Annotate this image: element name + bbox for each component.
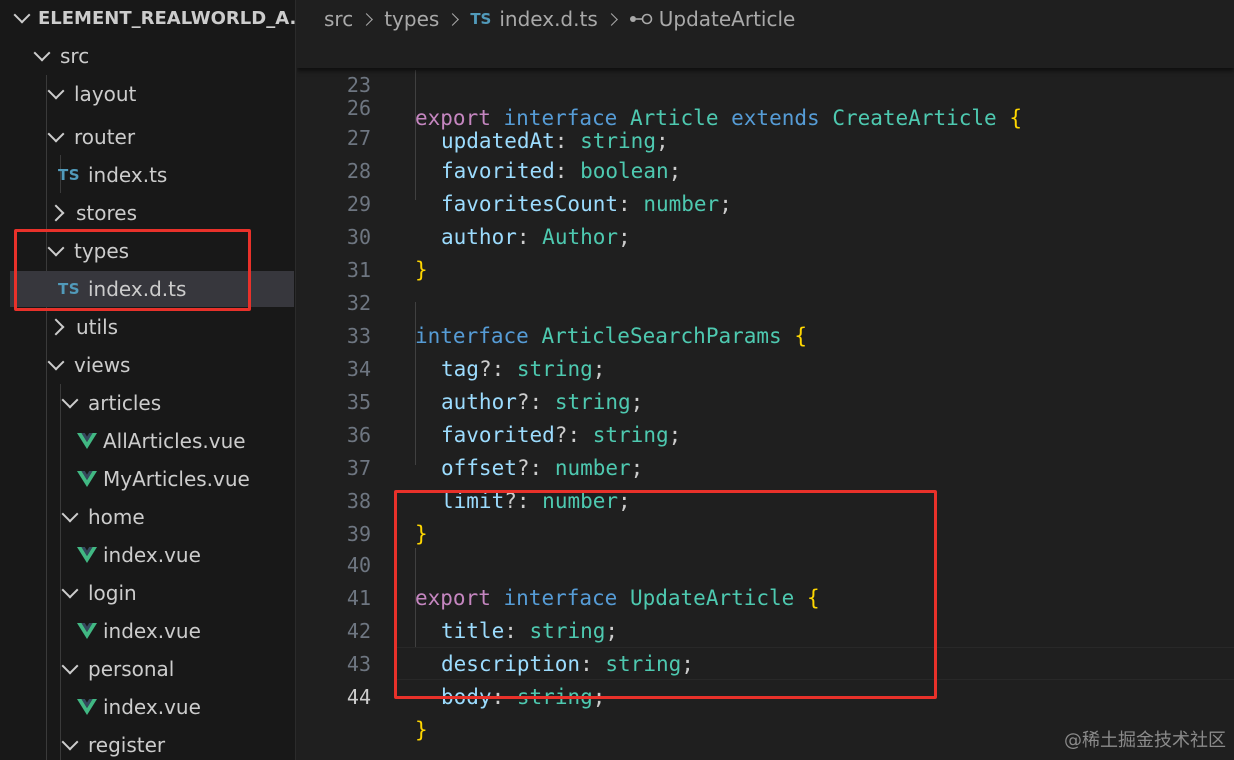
tree-folder-router[interactable]: router	[0, 119, 295, 155]
line-number: 23	[346, 73, 371, 97]
chevron-down-icon	[61, 505, 79, 523]
tree-item-label: personal	[88, 657, 175, 681]
tree-item-label: views	[74, 353, 131, 377]
tree-folder-layout[interactable]: layout	[0, 76, 295, 112]
explorer-root-folder[interactable]: ELEMENT_REALWORLD_A...	[0, 0, 296, 36]
sticky-scroll-header[interactable]: 23 export interface Article extends Crea…	[297, 38, 1234, 130]
tree-item-label: MyArticles.vue	[103, 467, 250, 491]
tree-folder-views[interactable]: views	[0, 347, 295, 383]
code-line: 35 favorited?: string;	[297, 353, 1234, 447]
chevron-down-icon	[47, 82, 65, 100]
highlight-box-update-article	[394, 490, 937, 699]
breadcrumb-item[interactable]: types	[384, 7, 439, 31]
code-line: 34 author?: string;	[297, 320, 1234, 414]
chevron-right-icon	[446, 12, 460, 26]
code-line: 37 limit?: number;	[297, 419, 1234, 513]
tree-folder-src[interactable]: src	[0, 38, 295, 74]
chevron-down-icon	[33, 44, 51, 62]
code-line: 29 author: Author;	[297, 155, 1234, 249]
explorer-sidebar: ELEMENT_REALWORLD_A... src layout router…	[0, 0, 296, 760]
code-line: 33 tag?: string;	[297, 287, 1234, 381]
tree-file-allarticles-vue[interactable]: AllArticles.vue	[0, 423, 295, 459]
tree-item-label: layout	[74, 82, 137, 106]
code-line: 31	[297, 221, 1234, 282]
tree-file-home-index-vue[interactable]: index.vue	[0, 537, 295, 573]
breadcrumb: src types TS index.d.ts UpdateArticle	[297, 0, 1234, 38]
vue-file-icon	[77, 547, 97, 563]
code-token: Article	[629, 106, 719, 130]
tree-file-router-index-ts[interactable]: TS index.ts	[0, 157, 295, 193]
vue-file-icon	[77, 433, 97, 449]
code-line: 30 }	[297, 188, 1234, 282]
tree-folder-articles[interactable]: articles	[0, 385, 295, 421]
chevron-down-icon	[61, 657, 79, 675]
tree-file-personal-index-vue[interactable]: index.vue	[0, 689, 295, 725]
chevron-down-icon	[61, 391, 79, 409]
tree-file-myarticles-vue[interactable]: MyArticles.vue	[0, 461, 295, 497]
tree-item-label: articles	[88, 391, 162, 415]
code-token: extends	[731, 106, 820, 130]
code-line: 36 offset?: number;	[297, 386, 1234, 480]
tree-item-label: AllArticles.vue	[103, 429, 246, 453]
tree-item-label: index.vue	[103, 619, 201, 643]
tree-file-login-index-vue[interactable]: index.vue	[0, 613, 295, 649]
tree-folder-stores[interactable]: stores	[0, 195, 295, 231]
chevron-right-icon	[47, 204, 65, 222]
chevron-down-icon	[47, 353, 65, 371]
tree-folder-register[interactable]: register	[0, 727, 295, 760]
tree-folder-utils[interactable]: utils	[0, 309, 295, 345]
chevron-down-icon	[47, 125, 65, 143]
chevron-right-icon	[360, 12, 374, 26]
vue-file-icon	[77, 623, 97, 639]
tree-item-label: router	[74, 125, 136, 149]
breadcrumb-item[interactable]: UpdateArticle	[659, 7, 796, 31]
tree-item-label: login	[88, 581, 137, 605]
watermark: @稀土掘金技术社区	[1064, 730, 1226, 751]
breadcrumb-item[interactable]: index.d.ts	[499, 7, 597, 31]
code-token: export	[415, 106, 491, 130]
tree-item-label: stores	[76, 201, 138, 225]
line-number: 44	[346, 685, 371, 709]
code-token: }	[415, 718, 428, 742]
chevron-right-icon	[604, 12, 618, 26]
tree-item-label: home	[88, 505, 145, 529]
tree-folder-home[interactable]: home	[0, 499, 295, 535]
tree-item-label: index.ts	[88, 163, 168, 187]
code-line: 23 export interface Article extends Crea…	[297, 38, 1234, 130]
tree-folder-personal[interactable]: personal	[0, 651, 295, 687]
breadcrumb-item[interactable]: src	[324, 7, 353, 31]
tree-item-label: index.vue	[103, 695, 201, 719]
chevron-down-icon	[13, 6, 31, 24]
vue-file-icon	[77, 699, 97, 715]
highlight-box-types	[14, 229, 251, 311]
tree-item-label: index.vue	[103, 543, 201, 567]
chevron-right-icon	[47, 318, 65, 336]
typescript-file-icon: TS	[58, 166, 81, 184]
code-line: 38 }	[297, 452, 1234, 546]
code-line: 32 interface ArticleSearchParams {	[297, 254, 1234, 348]
code-token: interface	[503, 106, 618, 130]
tree-item-label: src	[60, 44, 90, 68]
chevron-down-icon	[61, 581, 79, 599]
interface-symbol-icon	[629, 12, 653, 26]
tree-folder-login[interactable]: login	[0, 575, 295, 611]
chevron-down-icon	[61, 733, 79, 751]
code-token: {	[1009, 106, 1022, 130]
tree-item-label: utils	[76, 315, 119, 339]
vue-file-icon	[77, 471, 97, 487]
explorer-root-label: ELEMENT_REALWORLD_A...	[38, 7, 296, 29]
tree-item-label: register	[88, 733, 166, 757]
typescript-file-icon: TS	[470, 10, 492, 28]
code-token: CreateArticle	[832, 106, 997, 130]
